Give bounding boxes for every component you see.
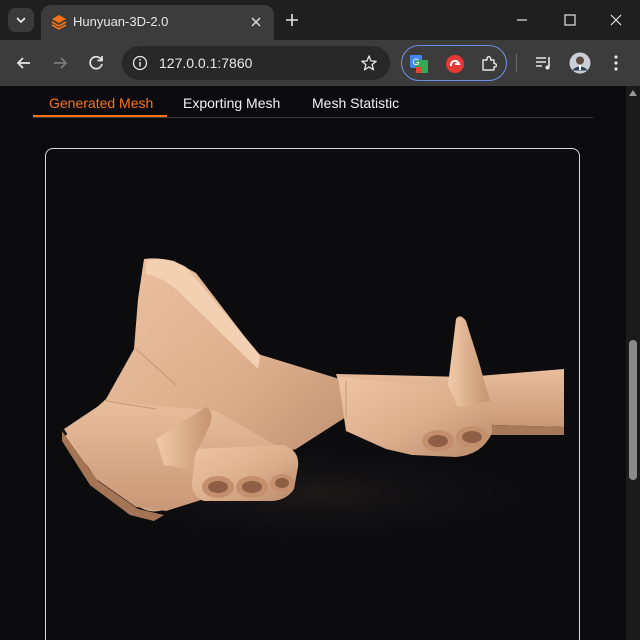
minimize-icon[interactable]: [512, 10, 532, 30]
chevron-down-icon: [16, 17, 26, 24]
reload-icon[interactable]: [85, 52, 107, 74]
red-extension-icon[interactable]: [445, 54, 465, 74]
gradio-favicon-icon: [51, 15, 67, 30]
forward-arrow-icon[interactable]: [49, 52, 71, 74]
tab-exporting-mesh[interactable]: Exporting Mesh: [183, 95, 280, 111]
toolbar-separator: [516, 54, 517, 72]
back-arrow-icon[interactable]: [13, 52, 35, 74]
new-tab-icon[interactable]: [282, 10, 302, 30]
tab-title: Hunyuan-3D-2.0: [73, 14, 169, 29]
page-scrollbar[interactable]: [626, 86, 640, 640]
address-bar[interactable]: 127.0.0.1:7860: [122, 46, 390, 80]
tab-search-button[interactable]: [8, 8, 34, 32]
browser-title-bar: Hunyuan-3D-2.0: [0, 0, 640, 40]
close-window-icon[interactable]: [606, 10, 626, 30]
extensions-group: G: [401, 45, 507, 81]
svg-text:G: G: [412, 57, 419, 67]
browser-tab-active[interactable]: Hunyuan-3D-2.0: [41, 5, 274, 40]
tab-generated-mesh[interactable]: Generated Mesh: [49, 95, 153, 111]
airplane-mesh-model: [62, 258, 566, 549]
site-info-icon[interactable]: [132, 55, 148, 71]
active-tab-underline: [33, 115, 167, 117]
translate-extension-icon[interactable]: G: [409, 54, 429, 74]
browser-toolbar: 127.0.0.1:7860 G: [0, 40, 640, 86]
scroll-up-arrow-icon[interactable]: [629, 90, 637, 96]
bookmark-star-icon[interactable]: [360, 54, 378, 72]
web-page: Generated Mesh Exporting Mesh Mesh Stati…: [0, 86, 626, 640]
mesh-tabs: Generated Mesh Exporting Mesh Mesh Stati…: [33, 86, 593, 118]
browser-menu-icon[interactable]: [605, 52, 627, 74]
profile-avatar[interactable]: [569, 52, 591, 74]
close-tab-icon[interactable]: [248, 14, 264, 30]
url-text[interactable]: 127.0.0.1:7860: [159, 55, 252, 71]
tab-mesh-statistic[interactable]: Mesh Statistic: [312, 95, 399, 111]
maximize-icon[interactable]: [560, 10, 580, 30]
scrollbar-thumb[interactable]: [629, 340, 637, 480]
puzzle-extensions-icon[interactable]: [479, 54, 499, 74]
mesh-viewer-canvas[interactable]: [45, 148, 580, 640]
media-playlist-icon[interactable]: [533, 52, 555, 74]
